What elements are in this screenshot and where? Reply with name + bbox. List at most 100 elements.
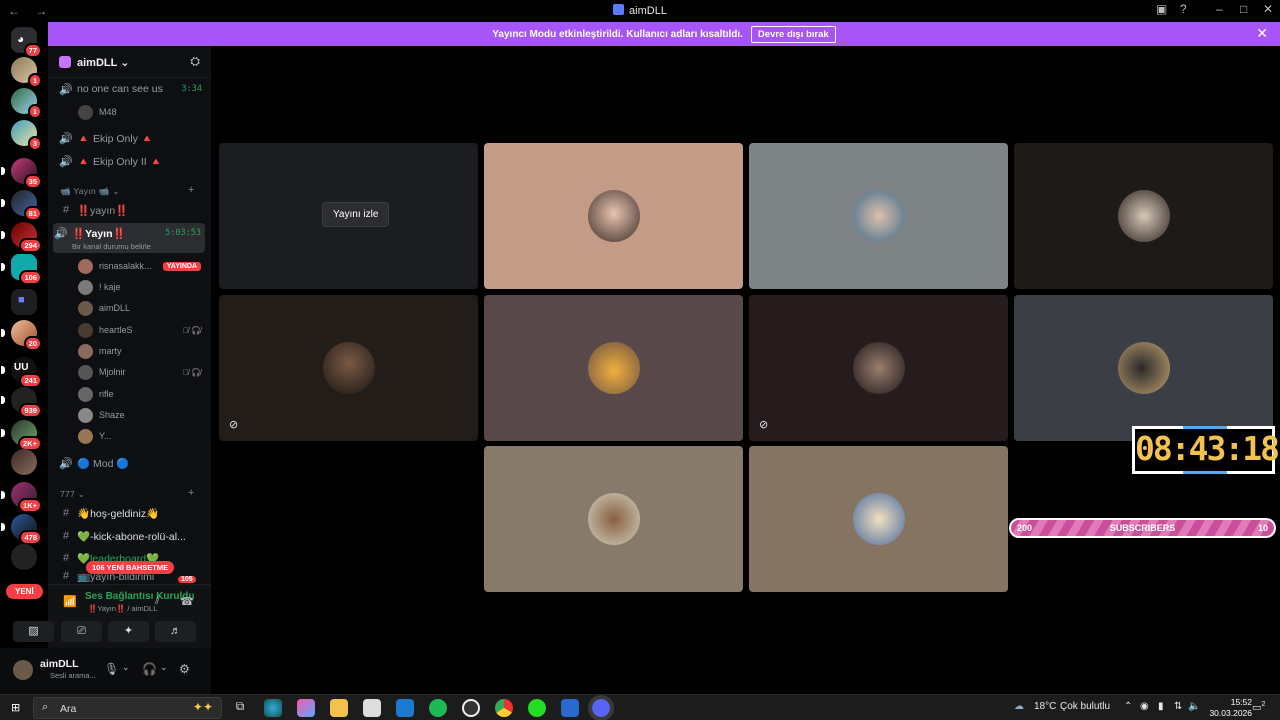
new-unread-pill[interactable]: YENİ — [6, 584, 43, 599]
server-icon[interactable]: 106 — [1, 254, 42, 285]
text-channel[interactable]: # ‼️yayın‼️ — [58, 200, 206, 220]
voice-member[interactable]: Mjolnir 🎙̸ 🎧̸ — [78, 362, 203, 382]
spotify-icon[interactable] — [429, 699, 447, 717]
taskbar-search[interactable]: ⌕ Ara ✦✦ — [33, 697, 222, 719]
participant-tile[interactable]: ⊘ — [749, 295, 1008, 441]
voice-member[interactable]: marty — [78, 341, 203, 361]
server-icon[interactable]: 294 — [1, 222, 42, 253]
taskbar-clock[interactable]: 15:52 30.03.2026 — [1209, 697, 1252, 719]
server-icon — [59, 56, 71, 68]
voice-member[interactable]: ! kaje — [78, 277, 203, 297]
inbox-icon[interactable]: ▣ — [1156, 2, 1167, 16]
close-window-button[interactable]: ✕ — [1263, 2, 1273, 16]
activities-button[interactable]: ✦ — [108, 621, 149, 642]
voice-member[interactable]: Y... — [78, 426, 203, 446]
server-folder-icon[interactable]: ■ — [11, 289, 37, 315]
noise-suppression-icon[interactable]: ⫽ — [155, 595, 160, 608]
voice-member[interactable]: aimDLL — [78, 298, 203, 318]
participant-tile[interactable] — [1014, 295, 1273, 441]
direct-messages-button[interactable]: ◕ 77 — [11, 27, 42, 58]
participant-tile[interactable] — [749, 143, 1008, 289]
server-icon[interactable]: 81 — [1, 190, 42, 221]
headphones-icon[interactable]: 🎧 — [142, 662, 157, 676]
server-icon[interactable]: 1K+ — [1, 482, 42, 513]
chevron-down-icon[interactable]: ⌄ — [122, 662, 130, 673]
category-777[interactable]: 777 ⌄ + — [60, 487, 194, 500]
server-icon[interactable]: 35 — [1, 158, 42, 189]
edge-icon[interactable] — [264, 699, 282, 717]
soundboard-button[interactable]: ♬ — [155, 621, 196, 642]
help-icon[interactable]: ? — [1180, 2, 1187, 16]
category-stream[interactable]: 📹 Yayın 📹 ⌄ + — [60, 184, 194, 197]
camera-off-button[interactable]: ▨ — [13, 621, 54, 642]
voice-channel[interactable]: 🔊 no one can see us 3:34 — [58, 79, 206, 99]
battery-icon[interactable]: ▮ — [1158, 701, 1164, 712]
new-mentions-pill[interactable]: 106 YENİ BAHSETME — [86, 561, 175, 574]
server-icon[interactable] — [11, 449, 37, 475]
chevron-down-icon[interactable]: ⌄ — [160, 662, 168, 673]
text-channel[interactable]: # 👋hoş-geldiniz👋 — [58, 503, 206, 523]
minimize-button[interactable]: – — [1216, 2, 1223, 16]
participant-tile[interactable] — [1014, 143, 1273, 289]
watch-stream-button[interactable]: Yayını izle — [322, 202, 390, 227]
start-icon[interactable]: ⊞ — [11, 701, 23, 714]
voice-member[interactable]: rifle — [78, 384, 203, 404]
app-icon[interactable] — [528, 699, 546, 717]
microphone-icon[interactable]: 🎙 — [104, 662, 119, 676]
store-icon[interactable] — [363, 699, 381, 717]
participant-tile[interactable]: ⊘ — [219, 295, 478, 441]
server-icon[interactable]: 20 — [1, 320, 42, 351]
notification-icon[interactable]: ▭2 — [1252, 701, 1265, 713]
app-icon[interactable] — [462, 699, 480, 717]
server-icon[interactable]: 478 — [1, 514, 42, 545]
voice-member[interactable]: M48 — [78, 102, 203, 122]
voice-status[interactable]: Ses Bağlantısı Kuruldu — [85, 591, 194, 602]
participant-tile[interactable] — [484, 446, 743, 592]
weather-temp[interactable]: 18°C — [1034, 701, 1056, 712]
disable-streamer-mode-button[interactable]: Devre dışı bırak — [750, 25, 836, 43]
maximize-button[interactable]: □ — [1240, 2, 1247, 16]
voice-member[interactable]: heartleS 🎙̸ 🎧̸ — [78, 320, 203, 340]
voice-member[interactable]: risnasalakk... YAYINDA — [78, 256, 203, 276]
participant-tile[interactable] — [484, 143, 743, 289]
voice-member[interactable]: Shaze — [78, 405, 203, 425]
avatar[interactable] — [13, 660, 33, 680]
voice-channel[interactable]: 🔊 🔵 Mod 🔵 — [58, 453, 206, 473]
network-icon[interactable]: ⇅ — [1174, 701, 1182, 712]
copilot-icon[interactable] — [297, 699, 315, 717]
invite-icon[interactable]: ⛭ — [190, 54, 200, 69]
task-view-icon[interactable]: ⧉ — [231, 699, 249, 717]
signal-icon[interactable]: 📶 — [63, 595, 77, 608]
tray-chevron-icon[interactable]: ⌃ — [1124, 701, 1132, 712]
server-icon[interactable]: 1 — [11, 57, 42, 88]
chrome-icon[interactable] — [495, 699, 513, 717]
server-icon[interactable]: 939 — [1, 387, 42, 418]
discord-taskbar-icon[interactable] — [588, 695, 614, 720]
avatar — [323, 342, 375, 394]
volume-icon[interactable]: 🔈 — [1188, 701, 1200, 712]
settings-gear-icon[interactable]: ⚙ — [179, 662, 190, 676]
weather-text[interactable]: Çok bulutlu — [1060, 701, 1110, 712]
tray-app-icon[interactable]: ◉ — [1140, 701, 1149, 712]
voice-channel[interactable]: 🔊 🔺 Ekip Only II 🔺 — [58, 151, 206, 171]
file-explorer-icon[interactable] — [330, 699, 348, 717]
voice-channel-path[interactable]: ‼️Yayın‼️ / aimDLL — [88, 604, 157, 613]
participant-tile[interactable] — [484, 295, 743, 441]
stream-preview-tile[interactable]: Yayını izle — [219, 143, 478, 289]
disconnect-icon[interactable]: ☎ — [180, 595, 194, 608]
server-icon[interactable]: 1 — [11, 88, 42, 119]
username[interactable]: aimDLL — [40, 658, 79, 670]
voice-channel-selected[interactable]: 🔊 ‼️Yayın‼️ 5:03:53 Bir kanal durumu belirl… — [53, 223, 205, 253]
voice-channel[interactable]: 🔊 🔺 Ekip Only 🔺 — [58, 128, 206, 148]
server-icon[interactable] — [11, 544, 37, 570]
screen-share-button[interactable]: ⎚ — [61, 621, 102, 642]
server-header[interactable]: aimDLL ⌄ ⛭ — [48, 46, 211, 78]
server-icon[interactable]: 3 — [11, 120, 42, 151]
server-icon[interactable]: UU 241 — [1, 357, 42, 388]
mail-icon[interactable] — [396, 699, 414, 717]
app-icon[interactable] — [561, 699, 579, 717]
close-banner-icon[interactable]: ✕ — [1256, 25, 1268, 42]
text-channel[interactable]: # 💚-kick-abone-rolü-al... — [58, 526, 206, 546]
server-icon[interactable]: 2K+ — [1, 420, 42, 451]
participant-tile[interactable] — [749, 446, 1008, 592]
